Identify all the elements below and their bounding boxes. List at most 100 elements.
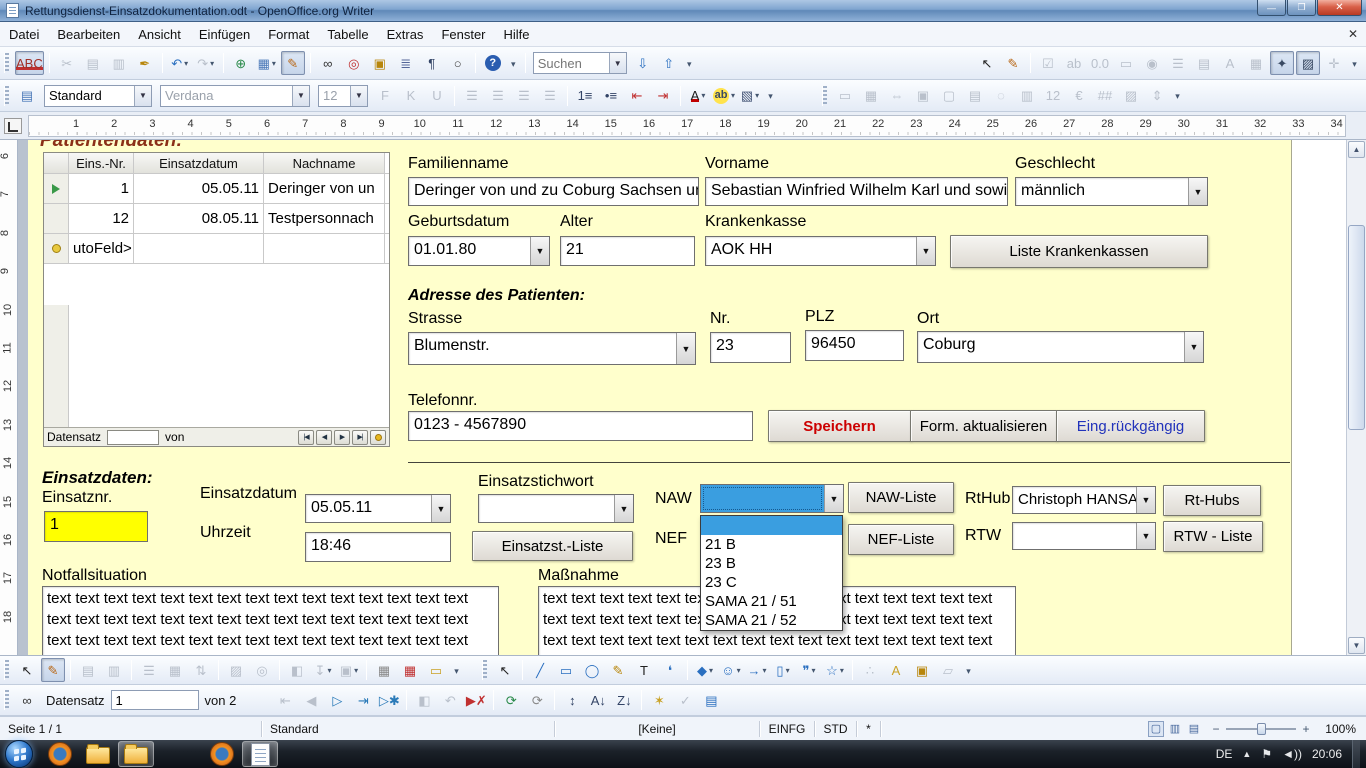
callouts-icon[interactable]: ❛ xyxy=(658,658,682,682)
familienname-field[interactable]: Deringer von und zu Coburg Sachsen und xyxy=(408,177,699,206)
picture-from-file-icon[interactable]: ▣ xyxy=(910,658,934,682)
callout-shapes-icon[interactable]: ❞▾ xyxy=(797,658,821,682)
toolbar-grip[interactable] xyxy=(4,690,9,710)
symbol-shapes-icon[interactable]: ☺▾ xyxy=(719,658,743,682)
naw-option-sama-21-52[interactable]: SAMA 21 / 52 xyxy=(701,611,842,630)
first-record-icon[interactable]: |◀ xyxy=(298,430,314,445)
controls-overflow-icon[interactable]: ▾ xyxy=(1348,53,1361,75)
basic-shapes-icon[interactable]: ◆▾ xyxy=(693,658,717,682)
help-icon[interactable]: ? xyxy=(481,51,505,75)
scroll-up-icon[interactable]: ▲ xyxy=(1348,141,1365,158)
drawing-overflow-icon[interactable]: ▾ xyxy=(962,660,975,682)
menu-extras[interactable]: Extras xyxy=(378,23,433,46)
einsatzst-liste-button[interactable]: Einsatzst.-Liste xyxy=(472,531,633,561)
taskbar-writer-window-button[interactable] xyxy=(242,741,278,767)
alter-field[interactable]: 21 xyxy=(560,236,695,266)
search-overflow-icon[interactable]: ▾ xyxy=(683,53,696,75)
find-record-icon[interactable]: ∞ xyxy=(15,688,39,712)
table-row[interactable]: 1 05.05.11 Deringer von un xyxy=(44,174,389,204)
menu-fenster[interactable]: Fenster xyxy=(432,23,494,46)
data-sources-icon[interactable]: ≣ xyxy=(394,51,418,75)
display-grid-icon[interactable]: ▦ xyxy=(372,658,396,682)
geschlecht-dropdown-arrow-icon[interactable]: ▼ xyxy=(1188,178,1207,205)
sort-icon[interactable]: ↕ xyxy=(560,688,584,712)
naw-dropdown-list[interactable]: 21 B23 B23 CSAMA 21 / 51SAMA 21 / 52 xyxy=(700,515,843,631)
taskbar-explorer-icon[interactable] xyxy=(80,741,116,767)
vertical-scrollbar[interactable]: ▲ ▼ xyxy=(1346,140,1366,655)
menu-hilfe[interactable]: Hilfe xyxy=(495,23,539,46)
rt-hubs-button[interactable]: Rt-Hubs xyxy=(1163,485,1261,516)
naw-combo[interactable]: ▼ xyxy=(700,484,844,513)
page-style-status[interactable]: Standard xyxy=(262,721,555,737)
cell-einsatzdatum[interactable]: 05.05.11 xyxy=(134,174,264,203)
book-view-icon[interactable]: ▤ xyxy=(1186,721,1202,737)
search-input-combo[interactable]: ▼ xyxy=(533,52,627,74)
hyperlink-icon[interactable]: ⊕ xyxy=(229,51,253,75)
maximize-button[interactable]: ❐ xyxy=(1287,0,1316,16)
toolbar-grip[interactable] xyxy=(4,53,9,73)
text-icon[interactable]: T xyxy=(632,658,656,682)
liste-krankenkassen-button[interactable]: Liste Krankenkassen xyxy=(950,235,1208,268)
einsatzdatum-combo[interactable]: 05.05.11 ▼ xyxy=(305,494,451,523)
cell-einsnr[interactable]: 1 xyxy=(69,174,134,203)
zoom-slider-thumb[interactable] xyxy=(1257,723,1266,735)
menu-tabelle[interactable]: Tabelle xyxy=(318,23,377,46)
modified-status[interactable]: * xyxy=(857,721,881,737)
ellipse-icon[interactable]: ◯ xyxy=(580,658,604,682)
snap-to-grid-icon[interactable]: ▦ xyxy=(398,658,422,682)
zoom-icon[interactable]: ○ xyxy=(446,51,470,75)
menu-einfügen[interactable]: Einfügen xyxy=(190,23,259,46)
tray-expand-icon[interactable]: ▲ xyxy=(1242,749,1251,759)
clock[interactable]: 20:06 xyxy=(1312,747,1342,761)
cell-nachname[interactable]: Testpersonnach xyxy=(264,204,385,233)
column-header-einsnr[interactable]: Eins.-Nr. xyxy=(69,153,134,173)
highlighting-icon[interactable]: ab▾ xyxy=(712,84,736,108)
eing-rueckgaengig-button[interactable]: Eing.rückgängig xyxy=(1056,410,1205,442)
taskbar-firefox-window-button[interactable] xyxy=(204,741,240,767)
previous-record-icon[interactable]: ◀ xyxy=(316,430,332,445)
language-status[interactable]: [Keine] xyxy=(555,721,760,737)
navigator-icon[interactable]: ◎ xyxy=(342,51,366,75)
numbered-list-icon[interactable]: 1≡ xyxy=(573,84,597,108)
autofilter-icon[interactable]: ✶ xyxy=(647,688,671,712)
record-number-box[interactable] xyxy=(107,430,159,445)
design-mode-icon[interactable]: ✎ xyxy=(281,51,305,75)
find-next-icon[interactable]: ⇩ xyxy=(631,51,655,75)
open-in-design-mode-icon[interactable]: ▨ xyxy=(1296,51,1320,75)
insert-table-icon[interactable]: ▦▾ xyxy=(255,51,279,75)
style-dropdown-arrow-icon[interactable]: ▼ xyxy=(134,86,151,106)
notfallsituation-textarea[interactable]: text text text text text text text text … xyxy=(42,586,499,655)
naw-option-sama-21-51[interactable]: SAMA 21 / 51 xyxy=(701,592,842,611)
cell-einsnr-autofeld[interactable]: utoFeld> xyxy=(69,234,134,263)
paragraph-style-combo[interactable]: Standard ▼ xyxy=(44,85,152,107)
geschlecht-combo[interactable]: männlich ▼ xyxy=(1015,177,1208,206)
design-mode-toggle-icon[interactable]: ✎ xyxy=(1001,51,1025,75)
new-record-icon[interactable]: ▷✱ xyxy=(377,688,401,712)
einsatzstichwort-combo[interactable]: ▼ xyxy=(478,494,634,523)
multi-page-view-icon[interactable]: ▥ xyxy=(1167,721,1183,737)
design-mode-icon[interactable]: ✎ xyxy=(41,658,65,682)
page-number-status[interactable]: Seite 1 / 1 xyxy=(0,721,262,737)
controls2-overflow-icon[interactable]: ▾ xyxy=(1171,86,1184,108)
show-desktop-button[interactable] xyxy=(1352,740,1360,768)
uhrzeit-field[interactable]: 18:46 xyxy=(305,532,451,562)
rthub-dropdown-arrow-icon[interactable]: ▼ xyxy=(1136,487,1155,513)
close-button[interactable]: ✕ xyxy=(1317,0,1362,16)
rthub-combo[interactable]: Christoph HANSA ▼ xyxy=(1012,486,1156,514)
menu-datei[interactable]: Datei xyxy=(0,23,48,46)
geburtsdatum-combo[interactable]: 01.01.80 ▼ xyxy=(408,236,550,266)
einsatznr-field[interactable]: 1 xyxy=(44,511,148,542)
record-number-input[interactable] xyxy=(111,690,199,710)
cell-nachname[interactable]: Deringer von un xyxy=(264,174,385,203)
toolbar-grip[interactable] xyxy=(4,660,9,680)
action-center-flag-icon[interactable]: ⚑ xyxy=(1261,747,1272,761)
insert-mode-status[interactable]: EINFG xyxy=(760,721,815,737)
column-header-einsatzdatum[interactable]: Einsatzdatum xyxy=(134,153,264,173)
einsatzstichwort-dropdown-arrow-icon[interactable]: ▼ xyxy=(614,495,633,522)
ort-combo[interactable]: Coburg ▼ xyxy=(917,331,1204,363)
toolbar-overflow-icon[interactable]: ▾ xyxy=(507,53,520,75)
sort-ascending-icon[interactable]: A↓ xyxy=(586,688,610,712)
selection-mode-status[interactable]: STD xyxy=(815,721,857,737)
keyboard-language-indicator[interactable]: DE xyxy=(1216,747,1233,761)
menu-format[interactable]: Format xyxy=(259,23,318,46)
